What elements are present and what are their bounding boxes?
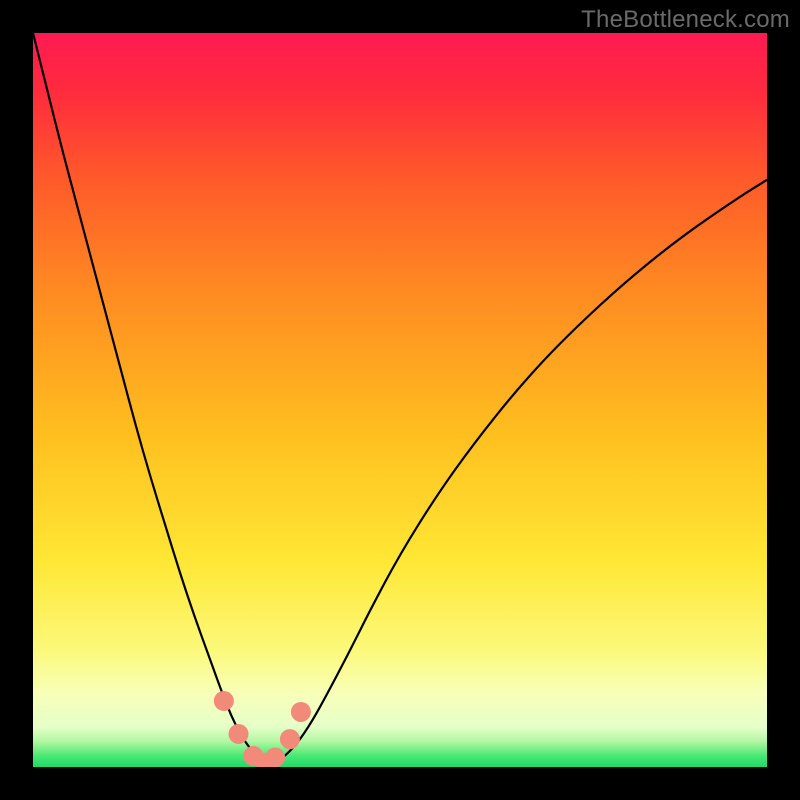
curve-marker: [291, 702, 311, 722]
curve-marker: [229, 724, 249, 744]
curve-marker: [214, 691, 234, 711]
chart-frame: TheBottleneck.com: [0, 0, 800, 800]
curve-marker: [280, 729, 300, 749]
watermark-text: TheBottleneck.com: [581, 6, 790, 34]
chart-svg: [33, 33, 767, 767]
gradient-background: [33, 33, 767, 767]
chart-plot-area: [33, 33, 767, 767]
curve-marker: [265, 747, 285, 767]
